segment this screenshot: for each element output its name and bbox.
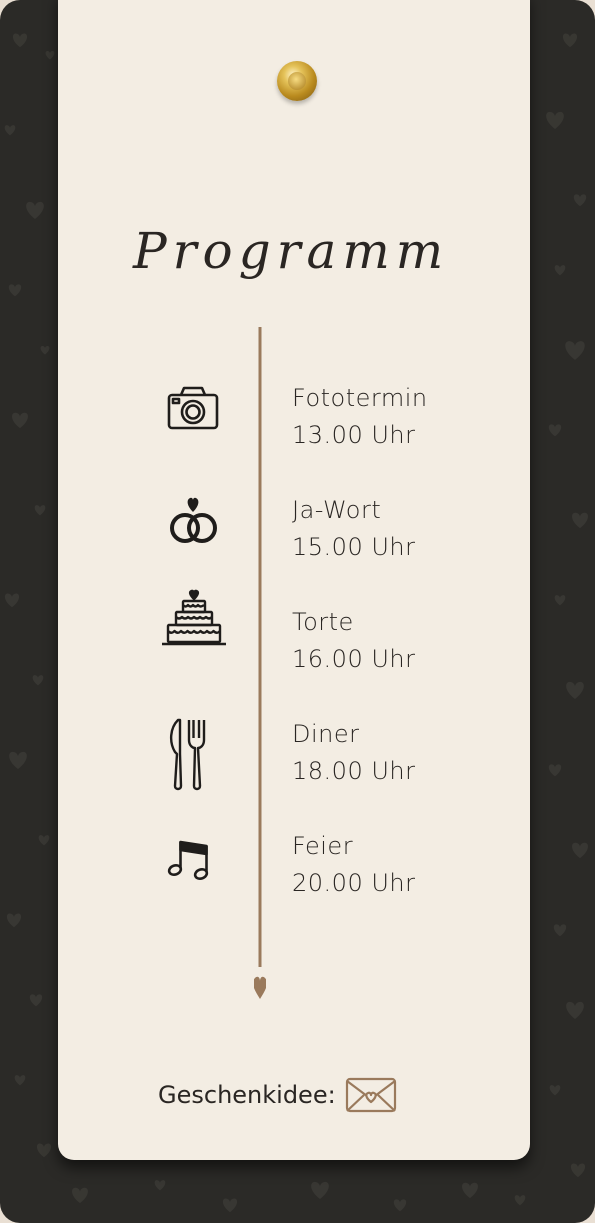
- event-time: 16.00 Uhr: [292, 645, 416, 673]
- fork-knife-icon: [170, 718, 206, 791]
- pattern-heart: [9, 751, 27, 769]
- event-time: 20.00 Uhr: [292, 869, 416, 897]
- event-time: 13.00 Uhr: [292, 421, 416, 449]
- pattern-heart: [548, 424, 562, 437]
- schedule-label: Ja-Wort 15.00 Uhr: [292, 492, 415, 566]
- pattern-heart: [565, 341, 585, 360]
- pattern-heart: [393, 1199, 407, 1212]
- schedule-item-torte: Torte 16.00 Uhr: [58, 589, 530, 704]
- pattern-heart: [553, 924, 567, 937]
- pattern-heart: [548, 764, 562, 777]
- pattern-heart: [8, 284, 22, 297]
- gift-label: Geschenkidee:: [158, 1081, 336, 1109]
- pattern-heart: [562, 33, 578, 48]
- pattern-heart: [572, 842, 588, 859]
- event-name: Diner: [292, 720, 360, 748]
- pattern-heart: [554, 265, 566, 276]
- pattern-heart: [311, 1181, 329, 1199]
- schedule-item-feier: Feier 20.00 Uhr: [58, 828, 530, 928]
- pattern-heart: [12, 412, 28, 429]
- schedule-item-ja-wort: Ja-Wort 15.00 Uhr: [58, 492, 530, 592]
- gift-idea: Geschenkidee:: [158, 1075, 398, 1115]
- schedule-item-fototermin: Fototermin 13.00 Uhr: [58, 380, 530, 480]
- schedule-label: Diner 18.00 Uhr: [292, 716, 415, 790]
- event-name: Torte: [292, 608, 354, 636]
- pattern-heart: [572, 512, 588, 529]
- event-time: 18.00 Uhr: [292, 757, 416, 785]
- wedding-cake-icon: [162, 589, 226, 646]
- pattern-heart: [554, 595, 566, 606]
- pattern-heart: [566, 681, 584, 699]
- pattern-heart: [514, 1195, 526, 1206]
- envelope-heart-icon[interactable]: [344, 1075, 398, 1115]
- pattern-heart: [549, 1085, 561, 1096]
- wedding-rings-icon: [170, 497, 217, 543]
- pattern-heart: [26, 201, 44, 219]
- pattern-heart: [546, 111, 564, 129]
- pattern-heart: [34, 505, 46, 516]
- schedule-label: Torte 16.00 Uhr: [292, 604, 415, 678]
- page-title: Programm: [133, 222, 450, 280]
- pattern-heart: [4, 593, 20, 608]
- gold-eyelet: [277, 61, 317, 101]
- schedule-label: Fototermin 13.00 Uhr: [292, 380, 428, 454]
- pattern-heart: [154, 1180, 166, 1191]
- pattern-heart: [32, 675, 44, 686]
- pattern-heart: [566, 1001, 584, 1019]
- pattern-heart: [12, 33, 28, 48]
- schedule-item-diner: Diner 18.00 Uhr: [58, 716, 530, 816]
- pattern-heart: [573, 194, 587, 207]
- event-time: 15.00 Uhr: [292, 533, 416, 561]
- program-tag: Programm Fototermin 13.00 Uhr Ja-Wort 15…: [58, 0, 530, 1160]
- pattern-heart: [36, 1143, 52, 1158]
- pattern-heart: [14, 1075, 26, 1086]
- pattern-heart: [6, 913, 22, 928]
- pattern-heart: [570, 1163, 586, 1178]
- event-name: Feier: [292, 832, 354, 860]
- event-name: Ja-Wort: [292, 496, 382, 524]
- pattern-heart: [29, 994, 43, 1007]
- music-notes-icon: [167, 840, 209, 881]
- pattern-heart: [72, 1187, 88, 1204]
- schedule-label: Feier 20.00 Uhr: [292, 828, 415, 902]
- pattern-heart: [462, 1182, 478, 1199]
- event-name: Fototermin: [292, 384, 428, 412]
- camera-icon: [167, 386, 219, 430]
- heart-arrowhead-icon: [254, 976, 266, 999]
- pattern-heart: [45, 50, 55, 60]
- pattern-heart: [4, 125, 16, 136]
- pattern-heart: [38, 835, 50, 846]
- pattern-heart: [40, 345, 50, 355]
- pattern-heart: [222, 1198, 238, 1213]
